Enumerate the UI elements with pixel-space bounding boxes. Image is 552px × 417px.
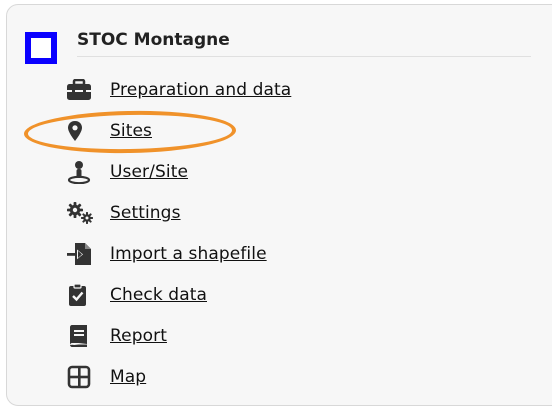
- menu-item-label[interactable]: Sites: [110, 121, 152, 141]
- menu-item-label[interactable]: Import a shapefile: [110, 244, 267, 264]
- menu-item-sites[interactable]: Sites: [66, 117, 396, 145]
- grid-map-icon: [66, 365, 96, 389]
- file-import-icon: [66, 242, 96, 266]
- menu-item-label[interactable]: Check data: [110, 285, 207, 305]
- menu-item-label[interactable]: User/Site: [110, 162, 188, 182]
- menu-item-user-site[interactable]: User/Site: [66, 158, 396, 186]
- menu-item-check-data[interactable]: Check data: [66, 281, 396, 309]
- user-location-icon: [66, 160, 96, 184]
- menu-item-report[interactable]: Report: [66, 322, 396, 350]
- clipboard-check-icon: [66, 283, 96, 307]
- project-square-icon: [25, 32, 57, 64]
- menu-item-label[interactable]: Settings: [110, 203, 181, 223]
- briefcase-icon: [66, 78, 96, 102]
- menu-item-map[interactable]: Map: [66, 363, 396, 391]
- gears-icon: [66, 201, 96, 225]
- menu-item-preparation-and-data[interactable]: Preparation and data: [66, 76, 396, 104]
- map-marker-icon: [66, 119, 96, 143]
- book-icon: [66, 324, 96, 348]
- project-title: STOC Montagne: [77, 30, 230, 50]
- menu-item-label[interactable]: Report: [110, 326, 167, 346]
- title-divider: [77, 56, 531, 57]
- menu-item-settings[interactable]: Settings: [66, 199, 396, 227]
- menu-item-label[interactable]: Preparation and data: [110, 80, 291, 100]
- menu-item-import-shapefile[interactable]: Import a shapefile: [66, 240, 396, 268]
- menu-item-label[interactable]: Map: [110, 367, 146, 387]
